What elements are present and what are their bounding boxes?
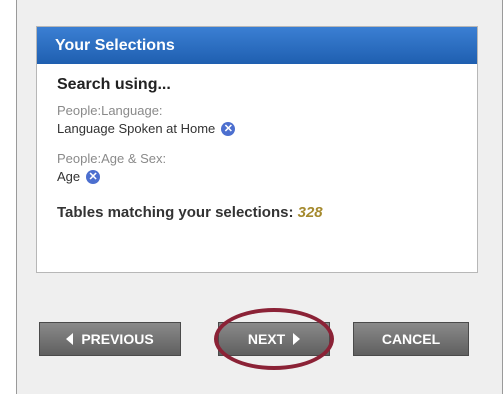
- tables-matching: Tables matching your selections: 328: [57, 204, 477, 221]
- tables-matching-label: Tables matching your selections:: [57, 204, 294, 221]
- previous-button-label: PREVIOUS: [81, 331, 154, 347]
- criterion-category: People:Language:: [57, 103, 163, 118]
- criterion-language: People:Language: Language Spoken at Home…: [57, 102, 477, 138]
- triangle-left-icon: [66, 333, 74, 345]
- remove-icon[interactable]: ✕: [221, 122, 236, 136]
- criterion-age: People:Age & Sex: Age ✕: [57, 150, 477, 186]
- criterion-category: People:Age & Sex:: [57, 151, 167, 166]
- previous-button[interactable]: PREVIOUS: [39, 322, 181, 356]
- next-button[interactable]: NEXT: [218, 322, 330, 356]
- criterion-value-text: Language Spoken at Home: [57, 121, 216, 136]
- next-button-label: NEXT: [247, 331, 286, 347]
- tables-matching-count: 328: [297, 204, 323, 221]
- your-selections-panel: Your Selections Search using... People:L…: [36, 26, 478, 273]
- criterion-value: Language Spoken at Home ✕: [57, 120, 477, 138]
- search-using-title: Search using...: [57, 76, 171, 93]
- cancel-button[interactable]: CANCEL: [353, 322, 469, 356]
- panel-header: Your Selections: [37, 27, 477, 64]
- panel-body: Search using... People:Language: Languag…: [37, 64, 477, 221]
- criterion-value-text: Age: [57, 169, 81, 184]
- triangle-right-icon: [293, 333, 301, 345]
- cancel-button-label: CANCEL: [381, 331, 441, 347]
- criterion-value: Age ✕: [57, 168, 477, 186]
- remove-icon[interactable]: ✕: [86, 170, 101, 184]
